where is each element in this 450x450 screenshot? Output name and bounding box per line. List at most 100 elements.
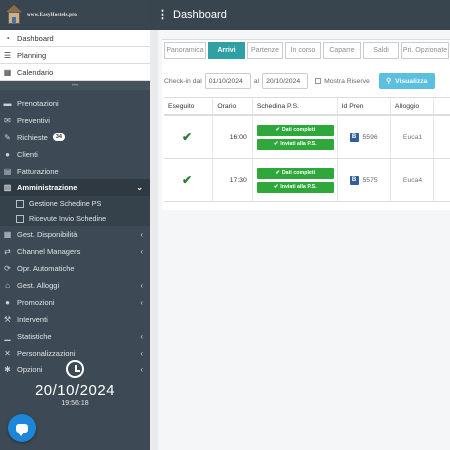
logo-text: www.EasyHostels.pro [27, 12, 78, 18]
tab-partenze[interactable]: Partenze [247, 42, 283, 59]
checkmark-icon: ✔ [182, 173, 193, 187]
sidebar-item-fatturazione[interactable]: ▤ Fatturazione [0, 163, 150, 180]
sidebar-item-clienti[interactable]: ● Clienti [0, 146, 150, 163]
tab-panoramica[interactable]: Panoramica [164, 42, 206, 59]
chat-bubble-icon [16, 423, 28, 436]
sidebar-item-amministrazione[interactable]: ▥ Amministrazione ⌄ [0, 179, 150, 197]
count-badge: 34 [52, 133, 65, 142]
tab-arrivi[interactable]: Arrivi [208, 42, 245, 59]
sidebar-item-label: Promozioni [17, 297, 55, 307]
sidebar-item-gest-alloggi[interactable]: ⌂ Gest. Alloggi ‹ [0, 277, 150, 294]
building-icon: ▥ [3, 183, 12, 193]
clock-widget: 20/10/2024 19:56:18 [0, 360, 150, 407]
date-to-input[interactable]: 20/10/2024 [262, 73, 309, 89]
check-icon: ✔ [273, 184, 279, 190]
col-eseguito: Eseguito [164, 98, 214, 114]
sidebar-item-prenotazioni[interactable]: ▬ Prenotazioni [0, 95, 150, 112]
clock-date: 20/10/2024 [34, 382, 116, 399]
visualizza-button[interactable]: ⚲ Visualizza [378, 73, 435, 89]
schedina-cell: ✔ Dati completi ✔ Inviati alla P.S. [253, 159, 338, 201]
sidebar-link-label: Dashboard [17, 33, 54, 43]
sidebar-item-label: Gest. Alloggi [17, 280, 60, 290]
checkmark-icon: ✔ [182, 130, 193, 144]
alloggio-cell: Euca1 [391, 116, 435, 158]
arrivals-panel: Panoramica Arrivi Partenze In corso Capa… [162, 39, 450, 210]
sidebar-subitem-label: Ricevute Invio Schedine [29, 214, 107, 224]
table-row: ✔ 17:30 ✔ Dati completi ✔ Inviati alla P.S… [164, 159, 450, 202]
sidebar-item-channel-managers[interactable]: ⇄ Channel Managers ‹ [0, 243, 150, 260]
chat-button[interactable] [8, 414, 36, 442]
schedina-cell: ✔ Dati completi ✔ Inviati alla P.S. [253, 116, 338, 158]
inviati-ps-label[interactable]: ✔ Inviati alla P.S. [256, 181, 334, 193]
vertical-dots-icon[interactable]: ⋮ [157, 9, 168, 21]
logo[interactable]: www.EasyHostels.pro [0, 0, 150, 30]
label-text: Inviati alla P.S. [280, 141, 317, 147]
mostra-riserve-checkbox[interactable] [315, 78, 322, 84]
sidebar-link-label: Planning [17, 50, 47, 60]
check-icon: ✔ [275, 170, 280, 176]
home-icon: ⌂ [5, 280, 10, 290]
inviati-ps-label[interactable]: ✔ Inviati alla P.S. [256, 138, 334, 150]
tab-saldi[interactable]: Saldi [363, 42, 399, 59]
sidebar-item-label: Clienti [17, 149, 38, 159]
sidebar-item-interventi[interactable]: ⚒ Interventi [0, 311, 150, 328]
sidebar-item-label: Statistiche [17, 331, 52, 341]
wrench-icon: ⚒ [3, 314, 12, 324]
sidebar-item-preventivi[interactable]: ✉ Preventivi [0, 112, 150, 129]
sidebar-item-label: Preventivi [17, 115, 50, 125]
book-icon: ▬ [3, 98, 12, 108]
date-filter: Check-in dal 01/10/2024 al 20/10/2024 Mo… [164, 73, 435, 89]
chevron-down-icon: ⌄ [136, 183, 143, 193]
page-title: Dashboard [173, 9, 227, 21]
sidebar-item-promozioni[interactable]: ● Promozioni ‹ [0, 294, 150, 311]
sidebar-item-label: Gest. Disponibilità [17, 230, 78, 240]
sidebar-link-planning[interactable]: ☰ Planning [0, 47, 150, 64]
sidebar-collapse-handle[interactable]: ••• [0, 81, 150, 90]
sidebar-subitem-ricevute-invio[interactable]: Ricevute Invio Schedine [0, 211, 150, 227]
tab-caparre[interactable]: Caparre [323, 42, 361, 59]
col-extra [434, 98, 450, 114]
sidebar-item-label: Interventi [17, 314, 48, 324]
time-cell: 17:30 [213, 159, 253, 201]
logo-house-icon [6, 5, 22, 25]
sidebar-item-label: Prenotazioni [17, 98, 59, 108]
sidebar-subitem-gestione-schedine[interactable]: Gestione Schedine PS [0, 196, 150, 212]
planning-icon: ☰ [3, 50, 12, 60]
pren-cell[interactable]: B 5596 [338, 116, 391, 158]
label-text: Dati completi [281, 170, 316, 176]
sidebar-item-richieste[interactable]: ✎ Richieste 34 [0, 129, 150, 146]
col-schedina: Schedina P.S. [253, 98, 338, 114]
chevron-left-icon: ‹ [140, 247, 143, 257]
sidebar-item-label: Richieste [17, 132, 48, 142]
dashboard-icon: ◔ [5, 33, 10, 43]
checkin-label: Check-in dal [164, 77, 202, 85]
time-cell: 16:00 [213, 116, 253, 158]
chevron-left-icon: ‹ [140, 230, 143, 240]
pren-cell[interactable]: B 5575 [338, 159, 391, 201]
dati-completi-label[interactable]: ✔ Dati completi [256, 167, 334, 179]
sidebar-item-gest-disponibilita[interactable]: ▦ Gest. Disponibilità ‹ [0, 226, 150, 243]
sidebar-item-statistiche[interactable]: ▁ Statistiche ‹ [0, 328, 150, 345]
sidebar-item-label: Amministrazione [17, 183, 78, 193]
sidebar-link-dashboard[interactable]: ◔ Dashboard [0, 30, 150, 47]
calendar-icon: ▦ [3, 67, 12, 77]
dati-completi-label[interactable]: ✔ Dati completi [256, 124, 334, 136]
table-header: Eseguito Orario Schedina P.S. Id Pren Al… [164, 98, 450, 116]
to-label: al [253, 77, 260, 85]
sidebar-item-personalizzazioni[interactable]: ✕ Personalizzazioni ‹ [0, 345, 150, 362]
tab-in-corso[interactable]: In corso [285, 42, 321, 59]
chart-icon: ▁ [4, 331, 11, 341]
document-icon [16, 214, 24, 223]
sidebar-item-opr-automatiche[interactable]: ⟳ Opr. Automatiche [0, 260, 150, 277]
main-content: Panoramica Arrivi Partenze In corso Capa… [150, 30, 450, 450]
document-icon [16, 199, 24, 208]
sidebar-link-calendario[interactable]: ▦ Calendario [0, 64, 150, 81]
chevron-left-icon: ‹ [140, 331, 143, 341]
date-from-input[interactable]: 01/10/2024 [204, 73, 251, 89]
label-text: Dati completi [281, 127, 316, 133]
sidebar-item-label: Channel Managers [17, 247, 81, 257]
edit-icon: ✎ [4, 132, 11, 142]
top-bar: www.EasyHostels.pro ⋮ Dashboard [0, 0, 450, 30]
envelope-icon: ✉ [4, 115, 11, 125]
tab-pri-opzionate[interactable]: Pri. Opzionate [401, 42, 449, 59]
